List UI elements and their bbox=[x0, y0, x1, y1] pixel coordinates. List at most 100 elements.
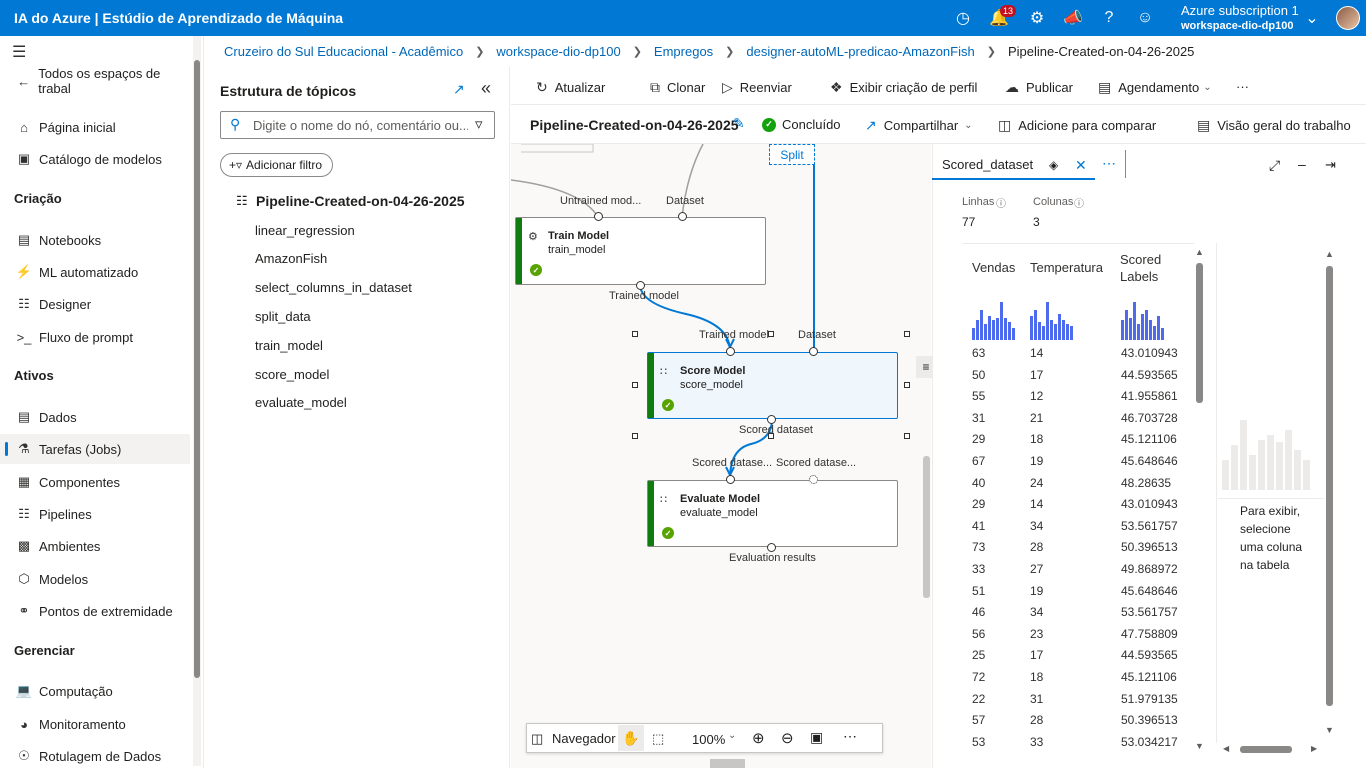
schedule-button[interactable]: ▤ Agendamento ⌄ bbox=[1098, 79, 1212, 96]
feedback-icon[interactable]: 📣 bbox=[1063, 8, 1083, 28]
outline-node[interactable]: train_model bbox=[255, 338, 323, 353]
zoom-in-icon[interactable]: ⊕ bbox=[752, 729, 765, 747]
clone-button[interactable]: ⧉ Clonar bbox=[650, 79, 705, 96]
canvas-hscroll[interactable] bbox=[710, 759, 745, 768]
train-input1-port[interactable] bbox=[594, 212, 603, 221]
nav-catalog[interactable]: ▣ Catálogo de modelos bbox=[0, 144, 190, 174]
outline-node[interactable]: evaluate_model bbox=[255, 395, 347, 410]
filter-icon[interactable]: ▿ bbox=[475, 115, 483, 133]
nav-pipelines[interactable]: ☷ Pipelines bbox=[0, 499, 190, 529]
pane-scroll-down[interactable]: ▼ bbox=[1325, 725, 1334, 735]
refresh-button[interactable]: ↻ Atualizar bbox=[536, 79, 605, 96]
breadcrumb-experiment[interactable]: designer-autoML-predicao-AmazonFish bbox=[746, 44, 974, 59]
score-input2-port[interactable] bbox=[809, 347, 818, 356]
breadcrumb-jobs[interactable]: Empregos bbox=[654, 44, 713, 59]
pin-icon[interactable]: ◈ bbox=[1049, 158, 1058, 172]
evaluate-model-node[interactable]: ∷ Evaluate Model evaluate_model ✓ bbox=[647, 480, 898, 547]
minimize-icon[interactable]: – bbox=[1298, 156, 1306, 172]
hscroll-right[interactable]: ▶ bbox=[1311, 744, 1317, 753]
more-button[interactable]: ··· bbox=[1236, 79, 1249, 94]
nav-labeling[interactable]: ☉ Rotulagem de Dados bbox=[0, 741, 190, 768]
resize-handle[interactable] bbox=[904, 433, 910, 439]
nav-data[interactable]: ▤ Dados bbox=[0, 402, 190, 432]
nav-monitoring[interactable]: ◕ Monitoramento bbox=[0, 709, 190, 739]
compare-button[interactable]: ◫ Adicione para comparar bbox=[998, 117, 1156, 134]
info-icon[interactable]: ⓘ bbox=[996, 195, 1006, 210]
pan-icon[interactable]: ✋ bbox=[618, 725, 644, 751]
nav-prompt-flow[interactable]: >_ Fluxo de prompt bbox=[0, 322, 190, 352]
column-header-scored-labels[interactable]: Scored Labels bbox=[1120, 251, 1170, 285]
expand-icon[interactable]: ⤢ bbox=[1269, 157, 1280, 174]
search-input[interactable] bbox=[253, 116, 468, 134]
nav-endpoints[interactable]: ⚭ Pontos de extremidade bbox=[0, 596, 190, 626]
select-icon[interactable]: ⬚ bbox=[652, 731, 664, 747]
dock-icon[interactable]: ⇥ bbox=[1325, 157, 1336, 173]
export-icon[interactable]: ↗ bbox=[453, 81, 465, 98]
column-header-vendas[interactable]: Vendas bbox=[972, 260, 1015, 275]
outline-node[interactable]: AmazonFish bbox=[255, 251, 327, 266]
histogram-scored-labels[interactable] bbox=[1121, 300, 1164, 340]
nav-environments[interactable]: ▩ Ambientes bbox=[0, 531, 190, 561]
hamburger-icon[interactable]: ☰ bbox=[12, 42, 26, 62]
chevron-down-icon[interactable]: ⌄ bbox=[728, 730, 736, 741]
add-filter-button[interactable]: +▿ Adicionar filtro bbox=[220, 153, 334, 177]
edit-icon[interactable]: ✎ bbox=[733, 115, 745, 132]
outline-node[interactable]: split_data bbox=[255, 309, 311, 324]
split-node[interactable]: Split bbox=[769, 144, 815, 165]
table-scroll-down[interactable]: ▼ bbox=[1195, 741, 1204, 751]
outline-search[interactable]: ⚲ ▿ bbox=[220, 111, 495, 139]
nav-notebooks[interactable]: ▤ Notebooks bbox=[0, 225, 190, 255]
zoom-out-icon[interactable]: ⊖ bbox=[781, 729, 794, 747]
avatar[interactable] bbox=[1336, 6, 1360, 30]
tab-more-icon[interactable]: ⋯ bbox=[1102, 155, 1116, 172]
close-icon[interactable]: ✕ bbox=[1075, 157, 1087, 174]
profile-button[interactable]: ❖ Exibir criação de perfil bbox=[830, 79, 977, 96]
train-model-node[interactable]: ⚙ Train Model train_model ✓ bbox=[515, 217, 766, 285]
overview-button[interactable]: ▤ Visão geral do trabalho bbox=[1197, 117, 1351, 134]
resize-handle[interactable] bbox=[904, 331, 910, 337]
resize-handle[interactable] bbox=[768, 331, 774, 337]
outline-node[interactable]: score_model bbox=[255, 367, 329, 382]
evaluate-input2-port[interactable] bbox=[809, 475, 818, 484]
resize-handle[interactable] bbox=[632, 331, 638, 337]
navigator-button[interactable]: Navegador bbox=[552, 731, 616, 746]
pane-scroll-up[interactable]: ▲ bbox=[1325, 249, 1334, 259]
fit-screen-icon[interactable]: ▣ bbox=[810, 729, 823, 746]
workspace-name[interactable]: workspace-dio-dp100 bbox=[1181, 20, 1293, 32]
more-icon[interactable]: ⋯ bbox=[843, 728, 857, 745]
nav-jobs[interactable]: ⚗ Tarefas (Jobs) bbox=[0, 434, 190, 464]
resubmit-button[interactable]: ▷ Reenviar bbox=[722, 79, 792, 96]
pane-scroll-thumb[interactable] bbox=[1326, 266, 1333, 706]
navigator-icon[interactable]: ◫ bbox=[531, 731, 543, 747]
smiley-icon[interactable]: ☺ bbox=[1135, 8, 1155, 28]
outline-root[interactable]: Pipeline-Created-on-04-26-2025 bbox=[256, 193, 465, 209]
score-input1-port[interactable] bbox=[726, 347, 735, 356]
resize-handle[interactable] bbox=[904, 382, 910, 388]
nav-designer[interactable]: ☷ Designer bbox=[0, 289, 190, 319]
breadcrumb-workspace-org[interactable]: Cruzeiro do Sul Educacional - Acadêmico bbox=[224, 44, 463, 59]
hscroll-left[interactable]: ◀ bbox=[1223, 744, 1229, 753]
resize-handle[interactable] bbox=[632, 382, 638, 388]
resize-handle[interactable] bbox=[632, 433, 638, 439]
hscroll-thumb[interactable] bbox=[1240, 746, 1292, 753]
nav-compute[interactable]: 💻 Computação bbox=[0, 676, 190, 706]
nav-automl[interactable]: ⚡ ML automatizado bbox=[0, 257, 190, 287]
score-model-node[interactable]: ∷ Score Model score_model ✓ bbox=[647, 352, 898, 419]
nav-scroll-thumb[interactable] bbox=[194, 60, 200, 678]
breadcrumb-workspace[interactable]: workspace-dio-dp100 bbox=[496, 44, 620, 59]
help-icon[interactable]: ? bbox=[1099, 8, 1119, 28]
zoom-level[interactable]: 100% bbox=[692, 732, 725, 747]
outline-node[interactable]: linear_regression bbox=[255, 223, 355, 238]
score-output-port[interactable] bbox=[767, 415, 776, 424]
share-button[interactable]: ↗ Compartilhar ⌄ bbox=[865, 117, 973, 134]
nav-back[interactable]: ← Todos os espaços de trabal bbox=[0, 66, 190, 96]
evaluate-input1-port[interactable] bbox=[726, 475, 735, 484]
outline-node[interactable]: select_columns_in_dataset bbox=[255, 280, 412, 295]
nav-models[interactable]: ⬡ Modelos bbox=[0, 564, 190, 594]
subscription-name[interactable]: Azure subscription 1 bbox=[1181, 3, 1299, 18]
info-icon[interactable]: ⓘ bbox=[1074, 195, 1084, 210]
publish-button[interactable]: ☁ Publicar bbox=[1005, 79, 1073, 96]
canvas-scrollbar[interactable] bbox=[923, 456, 930, 598]
histogram-temperatura[interactable] bbox=[1030, 300, 1073, 340]
clock-icon[interactable]: ◷ bbox=[953, 8, 973, 28]
